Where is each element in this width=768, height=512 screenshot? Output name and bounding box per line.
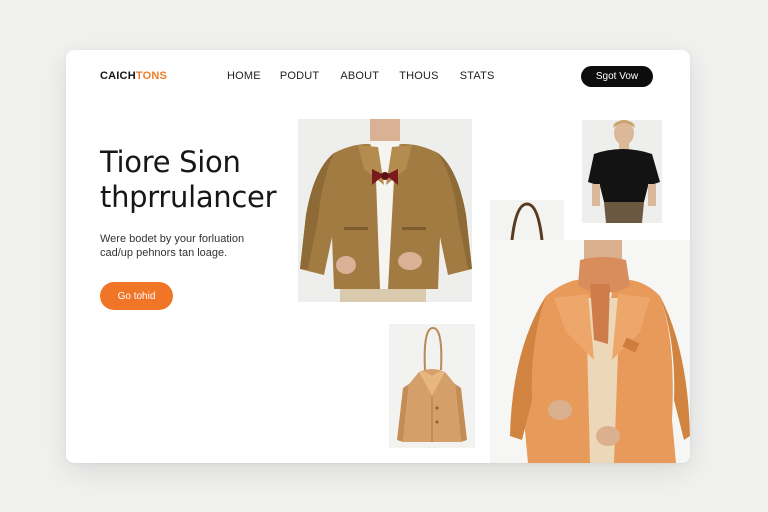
- hero-subtitle: Were bodet by your forluation cad/up peh…: [100, 232, 280, 260]
- brand-logo-accent: TONS: [135, 70, 168, 82]
- nav-item-product[interactable]: PODUT: [280, 70, 320, 82]
- hero-title-line-2: thprrulancer: [100, 180, 277, 214]
- woman-black-top-photo[interactable]: [582, 120, 662, 223]
- tan-coat-hanger-photo[interactable]: [389, 324, 475, 448]
- orange-coat-scarf-photo[interactable]: [490, 240, 690, 463]
- brand-logo[interactable]: CAICHTONS: [100, 70, 167, 82]
- hero-title: Tiore Sion thprrulancer: [100, 145, 277, 215]
- man-brown-jacket-photo[interactable]: [298, 119, 472, 302]
- nav-item-about[interactable]: ABOUT: [340, 70, 379, 82]
- header-cta-button[interactable]: Sgot Vow: [581, 66, 653, 87]
- hero-subtitle-line-2: cad/up pehnors tan loage.: [100, 247, 228, 259]
- hero-subtitle-line-1: Were bodet by your forluation: [100, 233, 245, 245]
- main-nav: HOME PODUT ABOUT THOUS STATS: [227, 70, 495, 82]
- brand-logo-text: CAICH: [100, 70, 136, 82]
- nav-item-home[interactable]: HOME: [227, 70, 261, 82]
- hero-cta-button[interactable]: Go tohid: [100, 282, 173, 310]
- nav-item-thous[interactable]: THOUS: [399, 70, 439, 82]
- nav-item-stats[interactable]: STATS: [460, 70, 495, 82]
- hero-title-line-1: Tiore Sion: [100, 145, 241, 179]
- landing-page-card: CAICHTONS HOME PODUT ABOUT THOUS STATS S…: [66, 50, 690, 463]
